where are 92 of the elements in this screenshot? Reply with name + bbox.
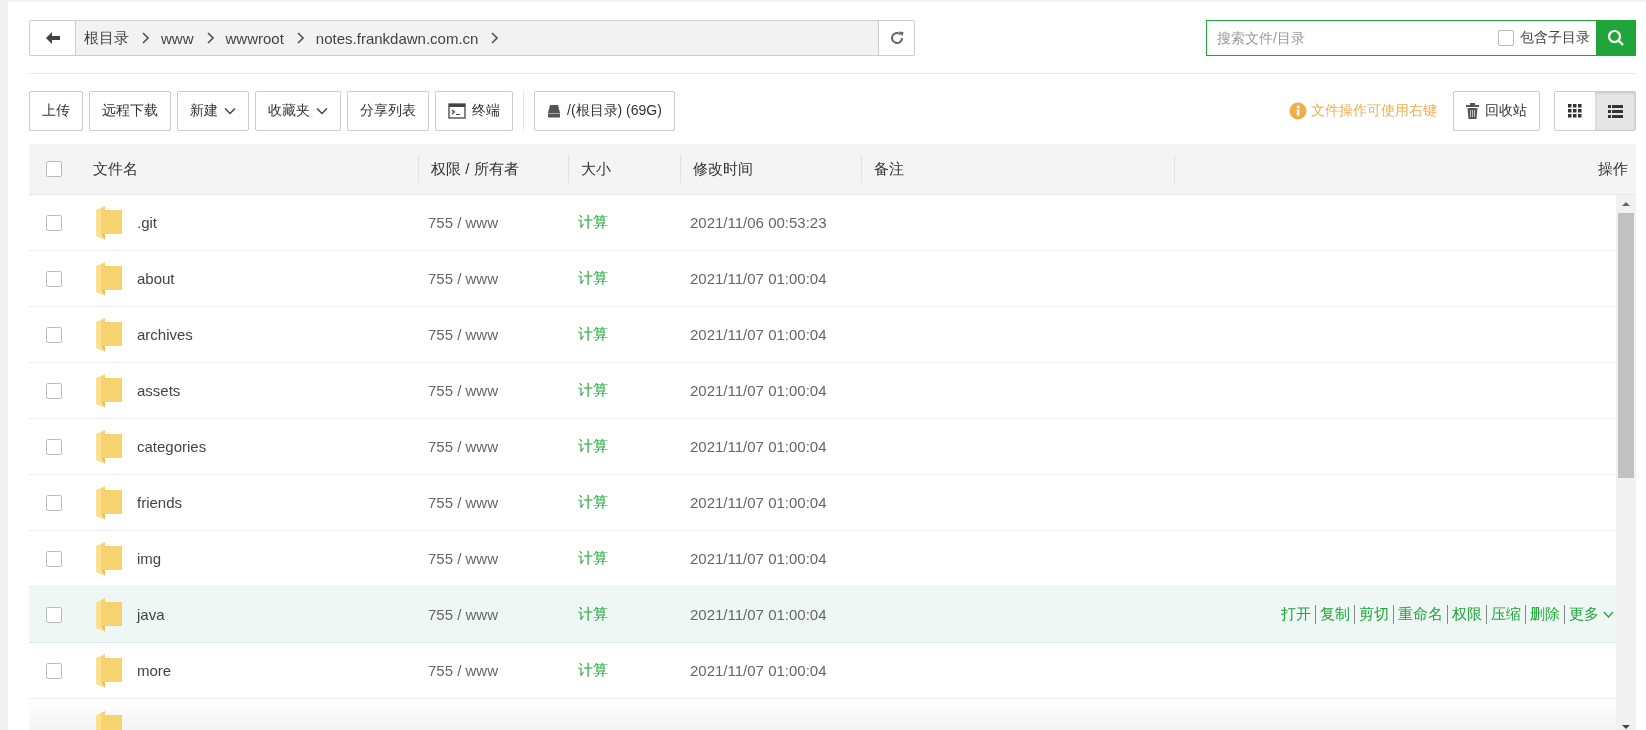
back-button[interactable]	[30, 21, 76, 55]
table-cell-text: 2021/11/07 01:00:04	[689, 550, 828, 567]
recycle-bin-button[interactable]: 回收站	[1453, 91, 1540, 131]
file-name[interactable]: more	[137, 662, 172, 679]
row-checkbox[interactable]	[46, 270, 62, 287]
table-cell-text: 755 / www	[427, 214, 500, 231]
toolbar-button[interactable]: 收藏夹	[255, 91, 341, 131]
breadcrumb-link[interactable]: www	[161, 29, 194, 47]
caret-icon	[316, 107, 328, 115]
row-checkbox[interactable]	[46, 606, 62, 623]
caret-icon	[224, 107, 236, 115]
info-icon	[1289, 102, 1307, 120]
toolbar-button[interactable]: 上传	[29, 91, 83, 131]
toolbar-button[interactable]: 终端	[435, 91, 513, 131]
folder-icon	[95, 597, 123, 632]
breadcrumb-link[interactable]: wwwroot	[225, 29, 284, 47]
toolbar-button[interactable]: 远程下载	[89, 91, 171, 131]
table-cell-text: 755 / www	[427, 550, 500, 567]
column-header: 操作	[1174, 155, 1636, 183]
file-name[interactable]: java	[137, 606, 165, 623]
table-cell-text: 755 / www	[427, 606, 500, 623]
folder-icon	[95, 653, 123, 688]
file-name[interactable]: about	[137, 270, 175, 287]
column-header: 大小	[568, 155, 680, 183]
table-cell-text: 2021/11/07 01:00:04	[689, 606, 828, 623]
highlighted-row[interactable]: java 755 / www 计算 2021/11/07 01:00:04 打开 复制 剪切 重命名 权限 压缩 删除 更多	[29, 587, 1616, 643]
row-checkbox[interactable]	[46, 550, 62, 567]
folder-icon	[95, 429, 123, 464]
chevron-right-icon	[141, 32, 149, 44]
row-checkbox[interactable]	[46, 382, 62, 399]
toolbar-button[interactable]: 分享列表	[347, 91, 429, 131]
table-cell-text: 2021/11/06 00:53:23	[689, 214, 828, 231]
trash-icon	[1466, 103, 1479, 119]
table-cell-text: 2021/11/07 01:00:04	[689, 270, 828, 287]
column-header: 备注	[861, 155, 1174, 183]
table-cell-text: 2021/11/07 01:00:04	[689, 494, 828, 511]
folder-icon	[95, 205, 123, 240]
breadcrumb-link[interactable]: 根目录	[84, 28, 129, 48]
caret-icon	[1603, 611, 1614, 618]
folder-icon	[95, 541, 123, 576]
list-view-button[interactable]	[1595, 92, 1635, 130]
file-name[interactable]: categories	[137, 438, 207, 455]
table-cell-text: 2021/11/07 01:00:04	[689, 382, 828, 399]
file-name[interactable]: friends	[137, 494, 183, 511]
table-cell-text: 755 / www	[427, 438, 500, 455]
column-header: 权限 / 所有者	[418, 155, 568, 183]
table-cell-text: 2021/11/07 01:00:04	[689, 662, 828, 679]
file-name[interactable]: archives	[137, 326, 193, 343]
table-cell-text: 755 / www	[427, 494, 500, 511]
scroll-down-icon	[1621, 724, 1631, 730]
table-cell-text: 755 / www	[427, 662, 500, 679]
file-name[interactable]: img	[137, 550, 162, 567]
folder-icon	[95, 373, 123, 408]
table-cell-text: 755 / www	[427, 326, 500, 343]
column-header: 文件名	[92, 158, 139, 179]
list-icon	[1607, 104, 1623, 118]
folder-icon	[95, 485, 123, 520]
row-checkbox[interactable]	[46, 662, 62, 679]
file-name[interactable]: .git	[137, 214, 157, 231]
checkbox[interactable]	[1498, 30, 1514, 46]
table-cell-text: 2021/11/07 01:00:04	[689, 438, 828, 455]
refresh-icon	[888, 30, 905, 46]
back-arrow-icon	[44, 31, 61, 45]
scroll-up-icon	[1621, 201, 1631, 207]
search-bar[interactable]: 搜索文件/目录 包含子目录	[1206, 20, 1636, 56]
checkbox-label: 包含子目录	[1520, 29, 1590, 47]
hint-text: 文件操作可使用右键	[1311, 102, 1437, 120]
row-checkbox[interactable]	[46, 438, 62, 455]
terminal-icon	[448, 103, 466, 119]
folder-icon	[95, 317, 123, 352]
search-icon	[1607, 29, 1625, 47]
select-all-checkbox[interactable]	[46, 161, 62, 177]
chevron-right-icon	[490, 32, 499, 44]
disk-icon	[547, 104, 561, 118]
row-checkbox[interactable]	[46, 494, 62, 511]
folder-icon	[95, 261, 123, 296]
chevron-right-icon	[205, 32, 214, 44]
toolbar-button[interactable]: 新建	[177, 91, 249, 131]
scrollbar[interactable]	[1616, 195, 1636, 730]
grid-icon	[1568, 104, 1582, 118]
table-cell-text: 2021/11/07 01:00:04	[689, 326, 828, 343]
table-cell-text: 755 / www	[427, 382, 500, 399]
toolbar-button[interactable]: /(根目录) (69G)	[534, 91, 675, 131]
row-checkbox[interactable]	[46, 214, 62, 231]
row-checkbox[interactable]	[46, 326, 62, 343]
chevron-right-icon	[295, 32, 304, 44]
table-cell-text: 755 / www	[427, 270, 500, 287]
breadcrumb-link[interactable]: notes.frankdawn.com.cn	[315, 29, 479, 47]
search-button[interactable]	[1596, 20, 1636, 56]
file-name[interactable]: assets	[137, 382, 181, 399]
refresh-button[interactable]	[878, 21, 914, 55]
column-header: 修改时间	[680, 155, 861, 183]
